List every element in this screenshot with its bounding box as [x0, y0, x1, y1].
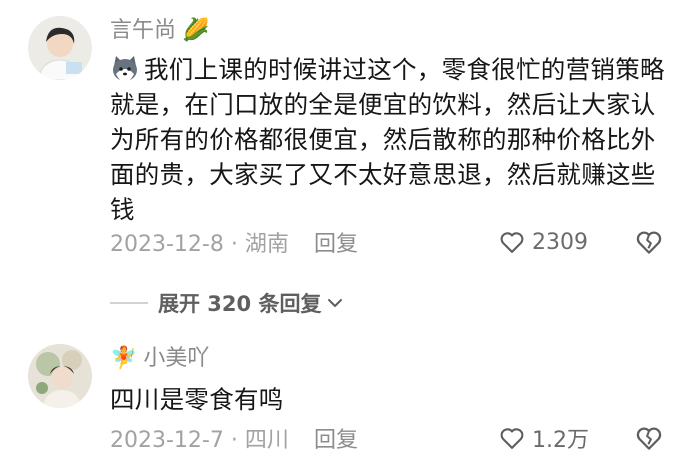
username[interactable]: 言午尚 🌽 — [110, 16, 209, 46]
corn-emoji: 🌽 — [182, 18, 210, 43]
chevron-down-icon — [328, 299, 343, 307]
avatar[interactable] — [28, 344, 92, 408]
comment-meta: 2023-12-8 · 湖南 回复 2309 — [110, 226, 670, 258]
comment-item: 🧚 小美吖 四川是零食有鸣 2023-12-7 · 四川 回复 1.2万 — [0, 340, 690, 458]
username-text[interactable]: 小美吖 — [143, 344, 209, 374]
like-count: 2309 — [532, 229, 588, 255]
expand-replies-button[interactable]: 展开 320 条回复 — [110, 286, 345, 320]
comment-text: 我们上课的时候讲过这个，零食很忙的营销策略就是，在门口放的全是便宜的饮料，然后让… — [110, 52, 670, 227]
username-text[interactable]: 言午尚 — [110, 16, 176, 46]
date-location: 2023-12-7 · 四川 — [110, 428, 289, 453]
heart-icon — [500, 232, 524, 253]
expand-replies-label: 展开 320 条回复 — [158, 292, 322, 316]
divider — [110, 302, 148, 304]
broken-heart-icon[interactable] — [634, 227, 664, 257]
reply-button[interactable]: 回复 — [314, 422, 358, 454]
like-button[interactable]: 2309 — [498, 228, 588, 256]
date-location: 2023-12-8 · 湖南 — [110, 232, 289, 257]
comment-text-content: 我们上课的时候讲过这个，零食很忙的营销策略就是，在门口放的全是便宜的饮料，然后让… — [110, 55, 665, 224]
comment-text: 四川是零食有鸣 — [110, 385, 284, 414]
broken-heart-icon[interactable] — [634, 423, 664, 453]
avatar[interactable] — [28, 16, 92, 80]
reply-button[interactable]: 回复 — [314, 226, 358, 258]
comment-item: 言午尚 🌽 我们上课的时候讲过这个，零食很忙的营销策略就是，在门口放的全是便宜的… — [0, 0, 690, 280]
like-button[interactable]: 1.2万 — [498, 422, 589, 454]
heart-icon — [500, 428, 524, 449]
username[interactable]: 🧚 小美吖 — [110, 344, 209, 374]
fairy-emoji: 🧚 — [110, 346, 138, 371]
husky-emoji — [113, 56, 137, 82]
like-count: 1.2万 — [532, 428, 589, 453]
comment-meta: 2023-12-7 · 四川 回复 1.2万 — [110, 422, 670, 454]
